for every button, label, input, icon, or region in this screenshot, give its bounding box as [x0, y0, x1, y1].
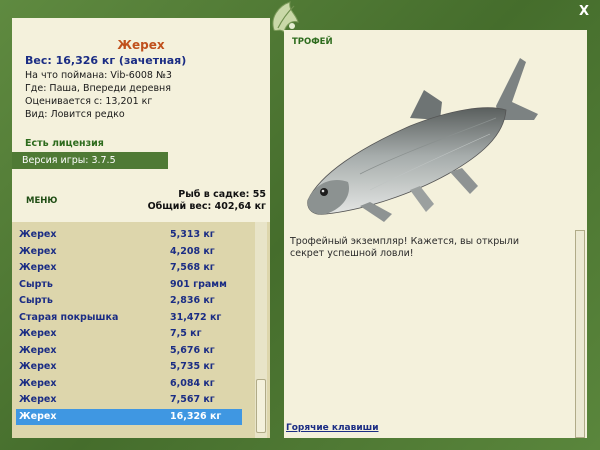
close-button[interactable]: X: [577, 5, 591, 19]
catch-fish-weight: 7,567 кг: [170, 394, 215, 405]
catch-row[interactable]: Жерех 7,5 кг: [16, 326, 242, 342]
catch-list-scrollbar[interactable]: [255, 222, 267, 438]
catch-fish-weight: 6,084 кг: [170, 377, 215, 389]
catch-row[interactable]: Жерех 16,326 кг: [16, 408, 242, 425]
catch-row[interactable]: Жерех 5,676 кг: [16, 343, 242, 359]
catch-fish-weight: 901 грамм: [170, 278, 227, 290]
catch-fish-name: Жерех: [19, 377, 57, 389]
catch-list: Жерех 5,313 кг Жерех 4,208 кг Жерех 7,568 кг С…: [12, 222, 270, 438]
catch-row[interactable]: Жерех 6,084 кг: [16, 376, 242, 392]
leaf-logo-icon: [272, 1, 299, 33]
catch-location: Где: Паша, Впереди деревня: [25, 83, 171, 94]
catch-fish-name: Жерех: [19, 394, 57, 405]
catch-fish-name: Жерех: [19, 245, 57, 257]
catch-fish-name: Жерех: [19, 262, 57, 273]
catch-row[interactable]: Жерех 4,208 кг: [16, 244, 242, 260]
menu-button[interactable]: МЕНЮ: [26, 196, 57, 206]
catch-fish-weight: 5,676 кг: [170, 344, 215, 356]
scroll-thumb[interactable]: [256, 379, 266, 433]
catch-row[interactable]: Сырть 2,836 кг: [16, 293, 242, 309]
license-status: Есть лицензия: [25, 138, 104, 149]
catch-fish-weight: 5,735 кг: [170, 361, 215, 372]
catch-fish-weight: 7,5 кг: [170, 328, 202, 339]
catch-fish-name: Жерех: [19, 328, 57, 339]
trophy-scrollbar[interactable]: [575, 230, 585, 438]
fish-count: Рыб в садке: 55: [178, 189, 266, 200]
total-weight: Общий вес: 402,64 кг: [147, 201, 266, 212]
fish-weight: Вес: 16,326 кг (зачетная): [25, 54, 187, 67]
fish-name: Жерех: [117, 38, 165, 52]
catch-fish-name: Жерех: [19, 410, 57, 422]
catch-row[interactable]: Старая покрышка 31,472 кг: [16, 310, 242, 326]
catch-fish-name: Жерех: [19, 229, 57, 240]
left-panel: Жерех Вес: 16,326 кг (зачетная) На что п…: [12, 18, 270, 438]
right-panel: ТРОФЕЙ Трофейный экземпляр! Кажется, вы …: [284, 30, 587, 438]
catch-fish-name: Сырть: [19, 295, 53, 306]
catch-row[interactable]: Жерех 5,313 кг: [16, 227, 242, 243]
catch-fish-name: Сырть: [19, 278, 53, 290]
catch-fish-weight: 31,472 кг: [170, 311, 222, 323]
trophy-threshold: Оценивается с: 13,201 кг: [25, 96, 153, 107]
catch-fish-weight: 16,326 кг: [170, 410, 222, 422]
catch-row[interactable]: Жерех 7,568 кг: [16, 260, 242, 276]
catch-fish-name: Старая покрышка: [19, 311, 119, 323]
catch-fish-name: Жерех: [19, 344, 57, 356]
catch-fish-name: Жерех: [19, 361, 57, 372]
keepnet-stats: Рыб в садке: 55 Общий вес: 402,64 кг: [148, 189, 266, 213]
catch-row[interactable]: Сырть 901 грамм: [16, 277, 242, 293]
catch-fish-weight: 2,836 кг: [170, 295, 215, 306]
catch-fish-weight: 4,208 кг: [170, 245, 215, 257]
catch-row[interactable]: Жерех 7,567 кг: [16, 392, 242, 408]
catch-fish-weight: 5,313 кг: [170, 229, 215, 240]
catch-bait: На что поймана: Vib-6008 №3: [25, 70, 172, 81]
hotkeys-link[interactable]: Горячие клавиши: [286, 423, 379, 433]
trophy-message: Трофейный экземпляр! Кажется, вы открыли…: [290, 236, 520, 259]
game-version: Версия игры: 3.7.5: [12, 152, 168, 169]
catch-row[interactable]: Жерех 5,735 кг: [16, 359, 242, 375]
catch-fish-weight: 7,568 кг: [170, 262, 215, 273]
fish-image: [307, 58, 538, 222]
fish-rarity: Вид: Ловится редко: [25, 109, 125, 120]
